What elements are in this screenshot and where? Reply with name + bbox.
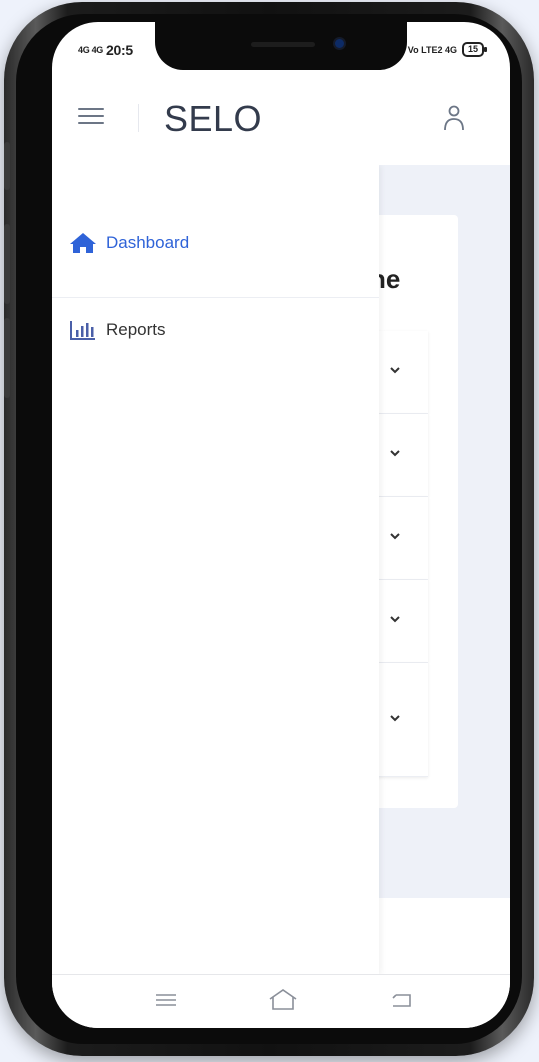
home-icon (70, 233, 96, 253)
signal-indicator: 4G 4G (78, 45, 104, 55)
chevron-down-icon[interactable] (388, 711, 402, 725)
battery-indicator: 15 (461, 42, 488, 57)
back-icon[interactable] (388, 987, 416, 1013)
hamburger-icon[interactable] (78, 108, 104, 126)
app-title: SELO (164, 98, 263, 139)
status-bar-right: Vo LTE2 4G 15 (407, 42, 488, 57)
home-outline-icon[interactable] (267, 987, 299, 1013)
header-divider (138, 104, 139, 132)
user-icon[interactable] (442, 104, 466, 132)
chevron-down-icon[interactable] (388, 529, 402, 543)
side-button-volume-down (4, 318, 10, 398)
side-button-mute (4, 142, 10, 190)
network-indicator: Vo LTE2 4G (407, 44, 457, 55)
notch (155, 22, 407, 70)
app-header: SELO (52, 70, 510, 165)
chevron-down-icon[interactable] (388, 612, 402, 626)
front-camera (335, 39, 344, 48)
speaker-grille (251, 42, 315, 47)
phone-screen: 4G 4G 20:5 Vo LTE2 4G 15 ne SELO Dashboa… (52, 22, 510, 1028)
drawer-item-label: Dashboard (106, 233, 190, 252)
recent-apps-icon[interactable] (152, 987, 180, 1013)
bar-chart-icon (70, 321, 95, 340)
status-time: 20:5 (106, 42, 133, 58)
chevron-down-icon[interactable] (388, 363, 402, 377)
drawer-item-reports[interactable]: Reports (52, 300, 379, 360)
drawer-item-dashboard[interactable]: Dashboard (52, 213, 379, 273)
drawer-item-label: Reports (106, 320, 166, 339)
side-drawer: Dashboard Reports (52, 165, 379, 975)
side-button-volume-up (4, 224, 10, 304)
system-nav-bar (52, 974, 510, 1028)
drawer-divider (52, 297, 379, 298)
chevron-down-icon[interactable] (388, 446, 402, 460)
status-bar-left: 4G 4G 20:5 (78, 42, 133, 58)
